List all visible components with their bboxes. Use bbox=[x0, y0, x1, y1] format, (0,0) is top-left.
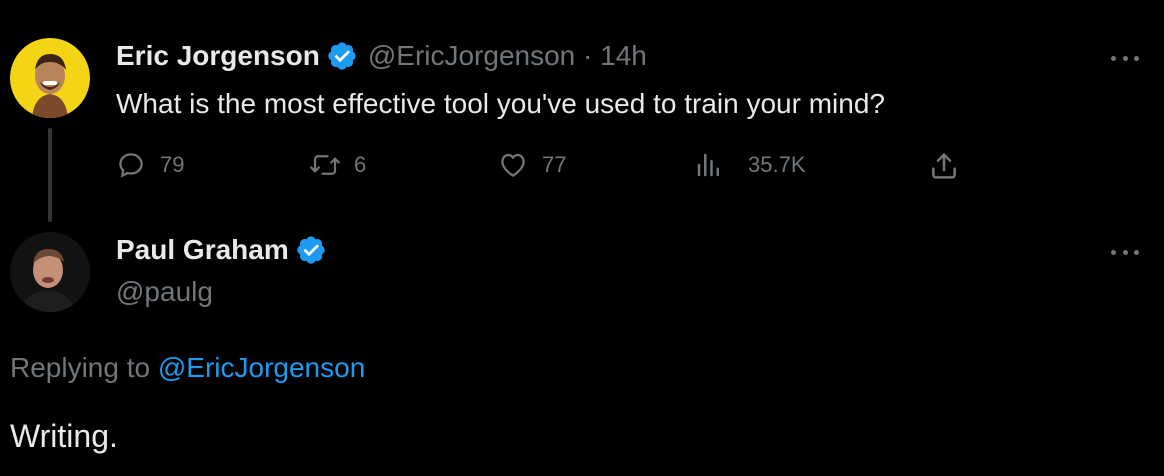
views-icon bbox=[697, 153, 719, 177]
person-avatar-dark-icon bbox=[10, 232, 90, 312]
tweet-header: Eric Jorgenson @EricJorgenson · 14h bbox=[116, 40, 647, 72]
heart-icon bbox=[501, 153, 525, 177]
share-icon bbox=[932, 153, 956, 179]
reply-author-handle[interactable]: @paulg bbox=[116, 276, 213, 308]
reply-count: 79 bbox=[160, 152, 185, 177]
thread-connector-line bbox=[48, 128, 52, 222]
reply-icon bbox=[119, 153, 143, 178]
author-name[interactable]: Eric Jorgenson bbox=[116, 40, 320, 72]
avatar-eric-jorgenson[interactable] bbox=[10, 38, 90, 118]
reply-text: Writing. bbox=[10, 418, 118, 454]
replying-prefix: Replying to bbox=[10, 352, 151, 383]
author-handle[interactable]: @EricJorgenson bbox=[368, 40, 575, 71]
person-avatar-yellow-icon bbox=[10, 38, 90, 118]
views-button[interactable]: 35.7K bbox=[694, 150, 806, 180]
more-options-icon[interactable] bbox=[1111, 247, 1139, 257]
reply-header: Paul Graham bbox=[116, 234, 327, 266]
separator-dot: · bbox=[583, 40, 593, 71]
like-count: 77 bbox=[542, 152, 567, 177]
replying-to-line: Replying to @EricJorgenson bbox=[10, 352, 365, 384]
reply-author-name[interactable]: Paul Graham bbox=[116, 234, 289, 266]
tweet-text: What is the most effective tool you've u… bbox=[116, 88, 885, 119]
verified-badge-icon bbox=[297, 236, 325, 264]
views-count: 35.7K bbox=[748, 152, 806, 177]
reply-button[interactable]: 79 bbox=[116, 150, 184, 180]
share-button[interactable] bbox=[928, 150, 960, 182]
retweet-button[interactable]: 6 bbox=[308, 150, 366, 180]
avatar-paul-graham[interactable] bbox=[10, 232, 90, 312]
retweet-icon bbox=[310, 155, 340, 175]
like-button[interactable]: 77 bbox=[498, 150, 566, 180]
more-options-icon[interactable] bbox=[1111, 53, 1139, 63]
replying-to-handle-link[interactable]: @EricJorgenson bbox=[158, 352, 365, 383]
verified-badge-icon bbox=[328, 42, 356, 70]
retweet-count: 6 bbox=[354, 152, 367, 177]
tweet-time[interactable]: 14h bbox=[600, 40, 647, 71]
